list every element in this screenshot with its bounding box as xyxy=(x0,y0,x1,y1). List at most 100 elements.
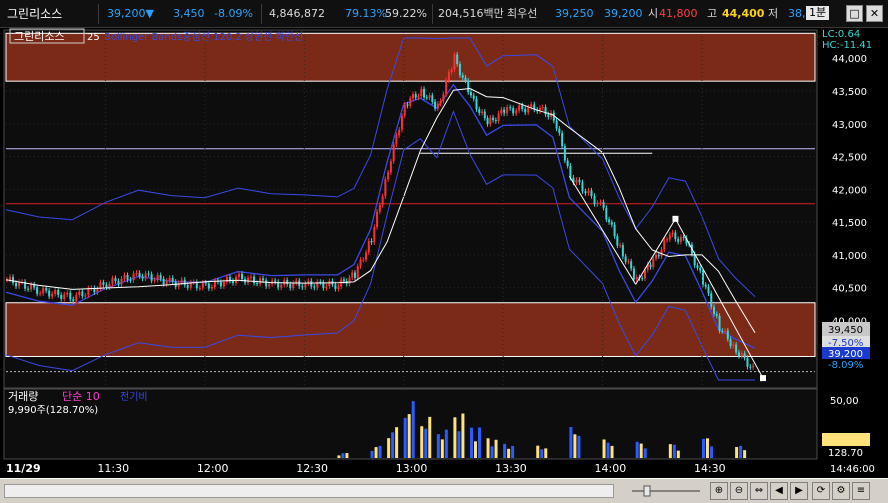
candle-body xyxy=(313,286,316,288)
candle-body xyxy=(558,128,561,134)
candle-body xyxy=(250,276,253,278)
candle-body xyxy=(247,277,250,283)
candle-body xyxy=(367,240,370,253)
maximize-button[interactable]: □ xyxy=(846,5,863,22)
fit-icon[interactable]: ⇔ xyxy=(750,482,768,500)
candle-body xyxy=(649,264,652,267)
candle-body xyxy=(389,161,392,173)
candle-body xyxy=(75,294,78,302)
price-tick-label: 41,500 xyxy=(832,218,867,229)
candle-body xyxy=(356,266,359,278)
candle-body xyxy=(105,284,108,288)
candle-body xyxy=(337,286,340,289)
candle-body xyxy=(395,135,398,145)
candle-body xyxy=(434,101,437,109)
candle-body xyxy=(12,276,15,283)
candle-body xyxy=(186,285,189,288)
volume-bar xyxy=(544,448,548,458)
interval-badge[interactable]: 1분 xyxy=(806,6,830,20)
volume-bar xyxy=(337,455,341,458)
zoom-out-icon[interactable]: ⊖ xyxy=(730,482,748,500)
candle-body xyxy=(204,282,207,284)
volume-bar xyxy=(610,445,614,458)
candle-body xyxy=(569,165,572,178)
candle-body xyxy=(608,219,611,223)
zoom-slider[interactable] xyxy=(630,485,702,497)
volume-bar xyxy=(639,443,643,458)
legend-stock-name[interactable]: 그린리소스 xyxy=(14,30,65,43)
candle-body xyxy=(165,280,168,285)
candle-body xyxy=(370,240,373,243)
candle-body xyxy=(581,182,584,192)
candle-body xyxy=(36,287,39,294)
turnover-percent: 79.13% xyxy=(345,7,387,20)
candle-body xyxy=(563,146,566,161)
low-label: 저 xyxy=(768,7,779,20)
prev-icon[interactable]: ◀ xyxy=(770,482,788,500)
candle-body xyxy=(42,288,45,294)
settings-icon[interactable]: ⚙ xyxy=(832,482,850,500)
candle-body xyxy=(530,104,533,108)
candle-body xyxy=(509,107,512,109)
volume-bar xyxy=(606,442,610,458)
candle-body xyxy=(547,114,550,118)
candle-body xyxy=(512,108,515,114)
candle-body xyxy=(450,69,453,73)
price-tick-label: 40,500 xyxy=(832,284,867,295)
price-axis: 44,000 43,500 43,000 42,500 42,000 41,500 41,0… xyxy=(832,54,867,327)
volume-bar xyxy=(378,445,382,458)
candle-body xyxy=(72,299,75,302)
candle-body xyxy=(268,284,271,287)
open-price: 41,800 xyxy=(659,7,698,20)
candle-body xyxy=(183,279,186,286)
volume-tick: 50,00 xyxy=(830,396,859,407)
volume-bar xyxy=(345,453,349,458)
candle-body xyxy=(492,117,495,121)
candle-body xyxy=(584,191,587,194)
chart-scrollbar[interactable] xyxy=(4,484,614,498)
divider xyxy=(261,4,262,24)
stock-name[interactable]: 그린리소스 xyxy=(7,7,62,21)
price-tick-label: 41,000 xyxy=(832,251,867,262)
volume-title[interactable]: 거래량 xyxy=(8,390,38,403)
time-axis xyxy=(0,460,888,478)
volume-badge-box xyxy=(822,433,870,446)
volume-bar xyxy=(569,427,573,458)
candle-body xyxy=(616,236,619,246)
candle-body xyxy=(749,366,752,368)
close-button[interactable]: ✕ xyxy=(866,5,883,22)
candle-body xyxy=(84,295,87,297)
candle-body xyxy=(63,294,66,299)
volume-bar xyxy=(411,401,415,458)
candle-body xyxy=(518,105,521,111)
open-label: 시 xyxy=(648,7,659,20)
volume-bar xyxy=(387,438,391,458)
refresh-icon[interactable]: ⟳ xyxy=(812,482,830,500)
candle-body xyxy=(108,284,111,288)
candle-body xyxy=(286,280,289,285)
candle-body xyxy=(69,292,72,300)
candle-body xyxy=(201,282,204,288)
candle-body xyxy=(643,269,646,279)
candle-body xyxy=(732,344,735,347)
candle-body xyxy=(515,110,518,114)
candle-body xyxy=(682,237,685,239)
candle-body xyxy=(150,274,153,281)
candle-body xyxy=(280,284,283,288)
candle-body xyxy=(153,279,156,281)
zoom-in-icon[interactable]: ⊕ xyxy=(710,482,728,500)
candle-body xyxy=(478,109,481,113)
candle-body xyxy=(627,261,630,263)
candle-body xyxy=(467,80,470,93)
volume-bar xyxy=(494,439,498,458)
next-icon[interactable]: ▶ xyxy=(790,482,808,500)
menu-icon[interactable]: ≡ xyxy=(852,482,870,500)
candle-body xyxy=(632,268,635,280)
candle-body xyxy=(599,202,602,204)
price-chart[interactable]: 그린리소스 25 Bollinger Bands중심선 120,2 상한선 하한… xyxy=(0,28,888,478)
candle-body xyxy=(60,294,63,299)
candle-body xyxy=(400,115,403,130)
candle-body xyxy=(635,277,638,280)
candle-body xyxy=(575,179,578,183)
time-label: 14:30 xyxy=(694,462,726,475)
